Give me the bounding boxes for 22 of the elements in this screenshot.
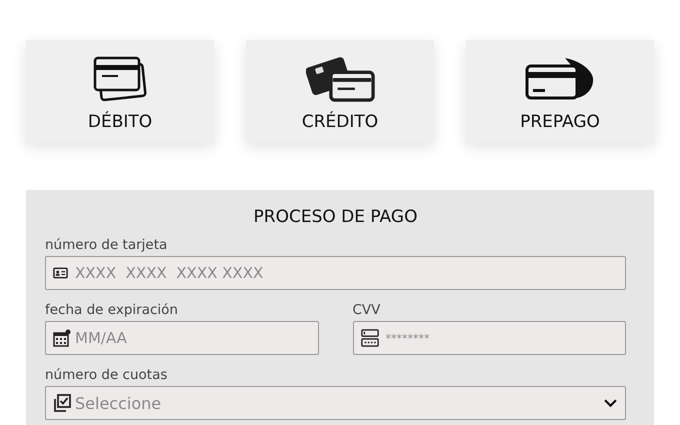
cards-icon [93, 56, 147, 102]
credit-cards-icon [306, 56, 374, 102]
field-label: CVV [352, 302, 382, 318]
id-card-icon [53, 267, 68, 279]
input-field[interactable]: MM/AA [45, 321, 318, 355]
field-label: fecha de expiración [45, 302, 179, 318]
card-in-hand-icon [525, 56, 595, 102]
input-field[interactable]: ******** [352, 321, 626, 355]
payment-card[interactable]: DÉBITO [26, 40, 214, 143]
keypad-icon [360, 329, 378, 347]
card-label: DÉBITO [88, 112, 152, 132]
calendar-icon [53, 329, 71, 347]
form-title: PROCESO DE PAGO [252, 207, 418, 227]
input-field[interactable]: XXXX XXXX XXXX XXXX [45, 256, 626, 290]
card-label: CRÉDITO [302, 112, 378, 132]
card-label: PREPAGO [520, 112, 600, 132]
field-label: número de cuotas [45, 367, 168, 383]
field-label: número de tarjeta [45, 237, 168, 253]
payment-card[interactable]: CRÉDITO [246, 40, 434, 143]
checkbox-icon [53, 394, 71, 412]
chevron-down-icon [604, 398, 617, 408]
payment-card[interactable]: PREPAGO [466, 40, 654, 143]
